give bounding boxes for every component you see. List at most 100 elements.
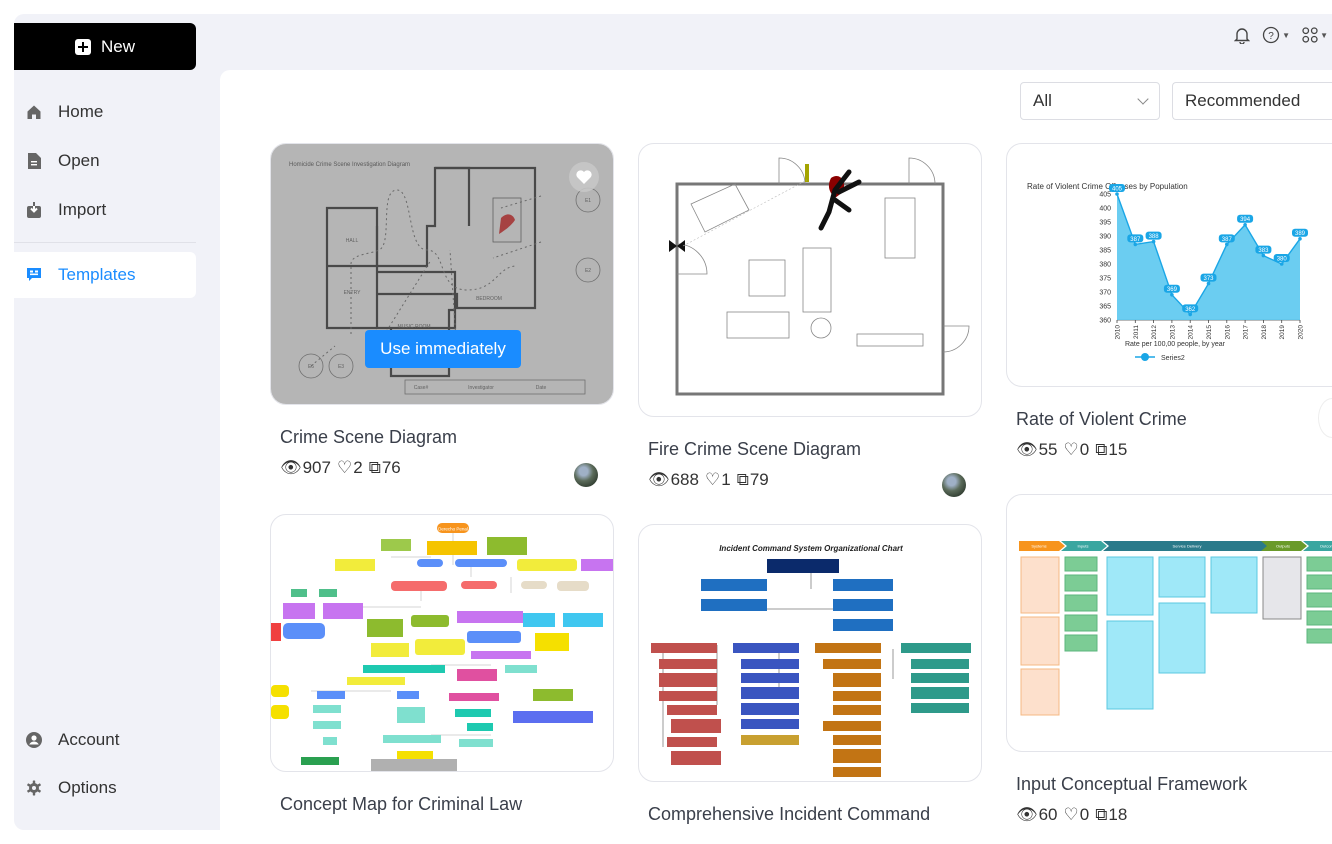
template-thumbnail[interactable] xyxy=(638,143,982,417)
stage-label: Outputs xyxy=(1276,544,1290,549)
x-tick-label: 2016 xyxy=(1224,325,1231,340)
heart-outline-icon: ♡ xyxy=(1063,440,1079,459)
eye-icon: 👁︎ xyxy=(280,458,302,477)
card-title[interactable]: Crime Scene Diagram xyxy=(270,427,614,448)
fire-floor-plan-diagram xyxy=(669,157,970,396)
help-menu-button[interactable]: ? ▼ xyxy=(1262,26,1290,44)
help-icon: ? xyxy=(1263,26,1280,44)
new-button[interactable]: New xyxy=(14,23,196,70)
sidebar-item-options[interactable]: Options xyxy=(14,765,196,811)
template-card[interactable]: Incident Command System Organizational C… xyxy=(638,524,982,825)
sort-select[interactable]: Recommended xyxy=(1172,82,1332,120)
sidebar-item-open[interactable]: Open xyxy=(14,138,196,184)
data-label: 405 xyxy=(1112,186,1123,192)
sidebar-item-import[interactable]: Import xyxy=(14,187,196,233)
likes-count: 0 xyxy=(1079,440,1090,459)
bell-icon[interactable] xyxy=(1234,26,1251,44)
views-stat: 👁︎ 60 xyxy=(1016,805,1058,825)
topbar-actions: ? ▼ ▼ xyxy=(1234,26,1328,44)
app-window: New Home Open Import Templates Account O… xyxy=(14,14,1332,830)
sidebar-item-account[interactable]: Account xyxy=(14,717,196,763)
chevron-down-icon: ▼ xyxy=(1282,30,1291,40)
card-title[interactable]: Input Conceptual Framework xyxy=(1006,774,1332,795)
copy-icon: ⧉ xyxy=(1095,440,1108,459)
copy-icon: ⧉ xyxy=(368,458,381,477)
author-avatar[interactable] xyxy=(942,473,966,497)
copies-stat: ⧉ 79 xyxy=(737,470,769,490)
eye-icon: 👁︎ xyxy=(1016,440,1038,459)
data-point xyxy=(1151,239,1156,244)
copies-stat: ⧉ 18 xyxy=(1095,805,1127,825)
account-icon xyxy=(26,732,42,748)
sidebar-item-templates[interactable]: Templates xyxy=(14,252,196,298)
template-card[interactable]: Fire Crime Scene Diagram 👁︎ 688 ♡ 1 ⧉ 79 xyxy=(638,143,982,497)
x-tick-label: 2010 xyxy=(1115,325,1122,340)
templates-panel: All Recommended Homicide Crime Scene Inv… xyxy=(220,70,1332,830)
likes-stat: ♡ 1 xyxy=(705,470,731,490)
data-label: 387 xyxy=(1222,237,1233,243)
template-thumbnail[interactable]: Homicide Crime Scene Investigation Diagr… xyxy=(270,143,614,405)
y-tick-label: 385 xyxy=(1099,248,1111,255)
template-card[interactable]: Rate of Violent Crime Offenses by Popula… xyxy=(1006,143,1332,460)
templates-icon xyxy=(26,267,42,283)
template-card[interactable]: Systems Inputs Service Delivery Outputs … xyxy=(1006,494,1332,825)
heart-outline-icon: ♡ xyxy=(704,470,721,489)
y-tick-label: 370 xyxy=(1099,290,1111,297)
heart-outline-icon: ♡ xyxy=(1063,805,1079,824)
y-tick-label: 380 xyxy=(1099,262,1111,269)
area-chart: Rate of Violent Crime Offenses by Popula… xyxy=(1027,182,1308,362)
card-title[interactable]: Concept Map for Criminal Law xyxy=(270,794,614,815)
sort-select-value: Recommended xyxy=(1185,91,1301,110)
apps-menu-button[interactable]: ▼ xyxy=(1302,27,1328,43)
sidebar-item-label: Account xyxy=(58,730,120,749)
svg-text:?: ? xyxy=(1268,31,1274,42)
x-tick-label: 2019 xyxy=(1279,325,1286,340)
category-select[interactable]: All xyxy=(1020,82,1160,120)
template-thumbnail[interactable]: Incident Command System Organizational C… xyxy=(638,524,982,782)
data-point xyxy=(1243,223,1247,227)
data-label: 394 xyxy=(1240,217,1251,223)
sidebar-item-label: Home xyxy=(58,102,104,121)
x-tick-label: 2012 xyxy=(1151,325,1158,340)
use-immediately-button[interactable]: Use immediately xyxy=(365,330,521,368)
card-stats: 👁︎ 60 ♡ 0 ⧉ 18 xyxy=(1006,805,1332,825)
template-thumbnail[interactable]: Systems Inputs Service Delivery Outputs … xyxy=(1006,494,1332,752)
template-card[interactable]: Derecho Penal Concept Map for Criminal L… xyxy=(270,514,614,815)
copy-icon: ⧉ xyxy=(1095,805,1108,824)
data-label: 369 xyxy=(1167,287,1178,293)
likes-stat: ♡ 0 xyxy=(1064,440,1090,460)
template-thumbnail[interactable]: Rate of Violent Crime Offenses by Popula… xyxy=(1006,143,1332,387)
views-count: 907 xyxy=(302,458,331,477)
card-stats: 👁︎ 907 ♡ 2 ⧉ 76 xyxy=(270,458,614,478)
x-tick-label: 2015 xyxy=(1206,325,1213,340)
template-thumbnail[interactable]: Derecho Penal xyxy=(270,514,614,772)
stage-label: Outcomes xyxy=(1320,544,1332,549)
card-title[interactable]: Comprehensive Incident Command xyxy=(638,804,982,825)
card-title[interactable]: Fire Crime Scene Diagram xyxy=(638,439,982,460)
thumb-root-node: Derecho Penal xyxy=(438,527,468,532)
category-select-value: All xyxy=(1033,91,1052,110)
concept-map-diagram: Derecho Penal xyxy=(271,523,613,771)
legend-marker xyxy=(1141,353,1149,361)
data-label: 362 xyxy=(1185,307,1196,313)
y-tick-label: 360 xyxy=(1099,318,1111,325)
card-stats: 👁︎ 55 ♡ 0 ⧉ 15 xyxy=(1006,440,1332,460)
copies-stat: ⧉ 76 xyxy=(369,458,401,478)
data-point xyxy=(1133,242,1138,247)
favorite-button[interactable] xyxy=(569,162,599,192)
author-avatar[interactable] xyxy=(574,463,598,487)
template-card[interactable]: Homicide Crime Scene Investigation Diagr… xyxy=(270,143,614,487)
eye-icon: 👁︎ xyxy=(648,470,670,489)
sidebar-item-home[interactable]: Home xyxy=(14,89,196,135)
card-title[interactable]: Rate of Violent Crime xyxy=(1006,409,1332,430)
file-icon xyxy=(26,153,42,169)
filter-bar: All Recommended xyxy=(1020,82,1332,120)
stage-label: Systems xyxy=(1031,544,1046,549)
data-point xyxy=(1298,237,1302,241)
likes-stat: ♡ 0 xyxy=(1064,805,1090,825)
y-tick-label: 405 xyxy=(1099,192,1111,199)
copies-count: 76 xyxy=(381,458,401,477)
data-label: 389 xyxy=(1295,231,1306,237)
sidebar-divider xyxy=(14,242,196,243)
x-tick-label: 2020 xyxy=(1298,325,1305,340)
